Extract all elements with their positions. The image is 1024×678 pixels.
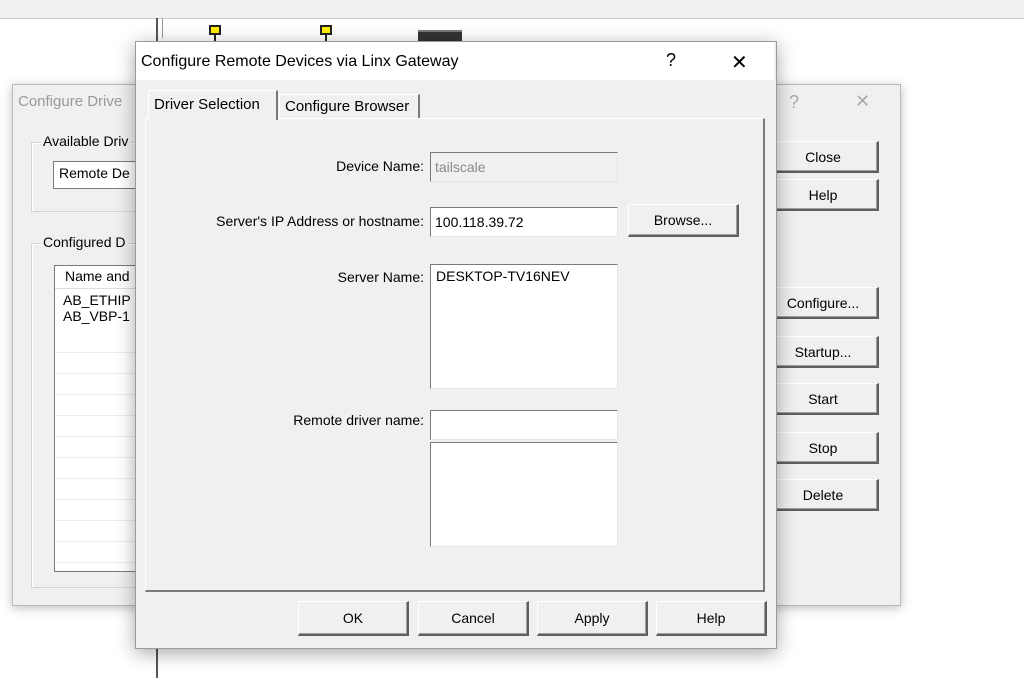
browse-button[interactable]: Browse...	[628, 204, 739, 237]
start-button[interactable]: Start	[768, 383, 879, 415]
tab-configure-browser[interactable]: Configure Browser	[279, 94, 420, 118]
close-icon[interactable]: ✕	[731, 50, 748, 75]
server-ip-field[interactable]	[430, 207, 618, 237]
back-help-icon[interactable]: ?	[789, 92, 799, 113]
remote-driver-list[interactable]	[430, 442, 618, 547]
back-close-icon[interactable]: ✕	[855, 91, 870, 112]
delete-button[interactable]: Delete	[768, 479, 879, 511]
tree-connector	[162, 18, 163, 38]
cancel-button[interactable]: Cancel	[418, 601, 529, 636]
server-ip-label: Server's IP Address or hostname:	[216, 213, 424, 229]
stop-button[interactable]: Stop	[768, 432, 879, 464]
close-button[interactable]: Close	[768, 141, 879, 173]
ok-button[interactable]: OK	[298, 601, 409, 636]
configured-drivers-label: Configured D	[41, 234, 128, 250]
help-icon[interactable]: ?	[666, 50, 676, 71]
server-name-field[interactable]: DESKTOP-TV16NEV	[430, 264, 618, 389]
dialog-help-button[interactable]: Help	[656, 601, 767, 636]
server-name-label: Server Name:	[337, 269, 424, 285]
help-button[interactable]: Help	[768, 179, 879, 211]
configure-drivers-title: Configure Drive	[18, 93, 123, 110]
remote-driver-field[interactable]	[430, 410, 618, 440]
device-name-label: Device Name:	[336, 158, 424, 174]
device-name-field[interactable]	[430, 152, 618, 182]
background-toolbar	[0, 0, 1024, 19]
available-drivers-label: Available Driv	[41, 133, 131, 149]
startup-button[interactable]: Startup...	[768, 336, 879, 368]
tab-driver-selection[interactable]: Driver Selection	[148, 90, 278, 120]
apply-button[interactable]: Apply	[537, 601, 648, 636]
dialog-title: Configure Remote Devices via Linx Gatewa…	[141, 53, 459, 70]
configure-button[interactable]: Configure...	[768, 287, 879, 319]
remote-driver-label: Remote driver name:	[293, 412, 424, 428]
